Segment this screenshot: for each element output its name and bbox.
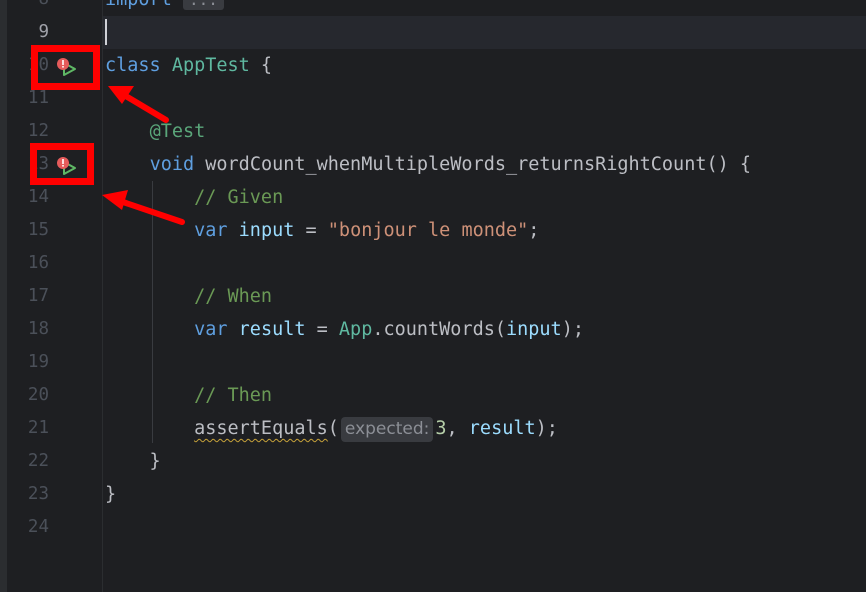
annotation-arrows xyxy=(102,86,185,225)
arrow-to-class-icon xyxy=(108,86,169,123)
code-editor[interactable]: 8›import ...910class AppTest {1112 @Test… xyxy=(0,0,866,592)
arrow-to-method-icon xyxy=(102,190,185,225)
